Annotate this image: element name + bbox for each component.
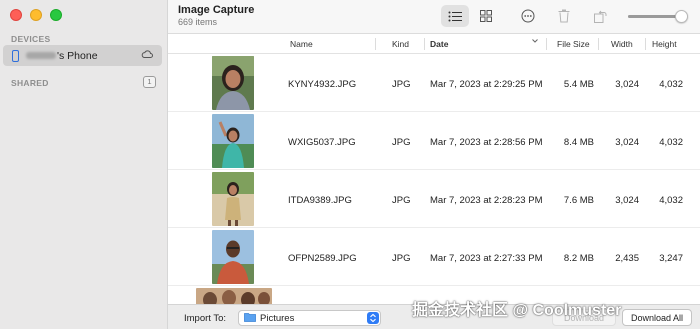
table-header: Name Kind Date File Size Width Height — [168, 34, 700, 54]
photo-thumbnail — [212, 114, 254, 168]
photo-thumbnail — [212, 56, 254, 110]
image-width: 2,435 — [615, 253, 639, 264]
sort-chevron-icon — [531, 37, 539, 47]
thumbnail-size-slider[interactable] — [628, 10, 688, 23]
file-date: Mar 7, 2023 at 2:28:23 PM — [430, 195, 543, 206]
phone-icon — [12, 49, 19, 62]
file-date: Mar 7, 2023 at 2:28:56 PM — [430, 137, 543, 148]
column-divider — [645, 38, 646, 50]
image-height: 3,247 — [659, 253, 683, 264]
column-header-width[interactable]: Width — [611, 39, 633, 49]
minimize-window-button[interactable] — [30, 9, 42, 21]
grid-view-button[interactable] — [472, 5, 500, 27]
column-header-height[interactable]: Height — [652, 39, 677, 49]
close-window-button[interactable] — [10, 9, 22, 21]
photo-thumbnail — [212, 230, 254, 284]
device-name-label: 's Phone — [57, 49, 98, 62]
delete-button[interactable] — [550, 5, 578, 27]
image-height: 4,032 — [659, 195, 683, 206]
file-name: ITDA9389.JPG — [288, 195, 352, 206]
column-header-name[interactable]: Name — [290, 39, 313, 49]
file-kind: JPG — [392, 79, 411, 90]
table-row[interactable]: ITDA9389.JPG JPG Mar 7, 2023 at 2:28:23 … — [168, 170, 700, 228]
slider-knob[interactable] — [674, 10, 688, 23]
file-date: Mar 7, 2023 at 2:27:33 PM — [430, 253, 543, 264]
zoom-window-button[interactable] — [50, 9, 62, 21]
file-size: 8.2 MB — [563, 253, 594, 264]
sidebar: DEVICES 's Phone SHARED 1 — [0, 0, 168, 329]
file-kind: JPG — [392, 195, 411, 206]
column-header-kind[interactable]: Kind — [392, 39, 409, 49]
chevron-updown-icon — [367, 312, 379, 324]
list-view-button[interactable] — [441, 5, 469, 27]
image-width: 3,024 — [615, 195, 639, 206]
import-destination-select[interactable]: Pictures — [238, 310, 381, 326]
toolbar: Image Capture 669 items — [168, 0, 700, 34]
watermark-text: 掘金技术社区 @ Coolmuster — [412, 302, 622, 319]
blurred-device-owner — [26, 52, 56, 59]
sidebar-item-phone[interactable]: 's Phone — [3, 45, 162, 66]
file-kind: JPG — [392, 137, 411, 148]
photo-thumbnail — [196, 288, 272, 304]
more-options-button[interactable] — [514, 5, 542, 27]
table-row[interactable]: OFPN2589.JPG JPG Mar 7, 2023 at 2:27:33 … — [168, 228, 700, 286]
item-count: 669 items — [178, 17, 218, 27]
folder-icon — [244, 312, 256, 325]
import-to-label: Import To: — [184, 313, 227, 324]
column-divider — [546, 38, 547, 50]
trash-icon — [558, 9, 570, 23]
image-width: 3,024 — [615, 79, 639, 90]
table-row[interactable]: KYNY4932.JPG JPG Mar 7, 2023 at 2:29:25 … — [168, 54, 700, 112]
image-height: 4,032 — [659, 137, 683, 148]
file-kind: JPG — [392, 253, 411, 264]
photo-list: KYNY4932.JPG JPG Mar 7, 2023 at 2:29:25 … — [168, 54, 700, 304]
file-date: Mar 7, 2023 at 2:29:25 PM — [430, 79, 543, 90]
window-title: Image Capture — [178, 4, 255, 16]
file-name: KYNY4932.JPG — [288, 79, 357, 90]
column-divider — [375, 38, 376, 50]
image-width: 3,024 — [615, 137, 639, 148]
shared-section-label: SHARED — [11, 78, 49, 88]
column-divider — [424, 38, 425, 50]
shared-count-badge: 1 — [143, 76, 156, 88]
rotate-button[interactable] — [586, 5, 614, 27]
grid-view-icon — [480, 10, 492, 22]
file-name: OFPN2589.JPG — [288, 253, 357, 264]
file-name: WXIG5037.JPG — [288, 137, 356, 148]
more-icon — [521, 9, 535, 23]
table-row[interactable]: WXIG5037.JPG JPG Mar 7, 2023 at 2:28:56 … — [168, 112, 700, 170]
file-size: 8.4 MB — [563, 137, 594, 148]
column-divider — [598, 38, 599, 50]
window-controls — [10, 9, 62, 21]
list-view-icon — [448, 11, 462, 21]
column-header-file-size[interactable]: File Size — [557, 39, 590, 49]
image-height: 4,032 — [659, 79, 683, 90]
file-size: 7.6 MB — [563, 195, 594, 206]
file-size: 5.4 MB — [563, 79, 594, 90]
slider-fill — [628, 15, 681, 18]
photo-thumbnail — [212, 172, 254, 226]
devices-section-label: DEVICES — [11, 34, 51, 44]
rotate-icon — [593, 10, 606, 23]
import-destination-value: Pictures — [260, 312, 295, 324]
download-all-button[interactable]: Download All — [622, 309, 692, 326]
cloud-icon[interactable] — [141, 49, 153, 62]
column-header-date[interactable]: Date — [430, 39, 448, 49]
